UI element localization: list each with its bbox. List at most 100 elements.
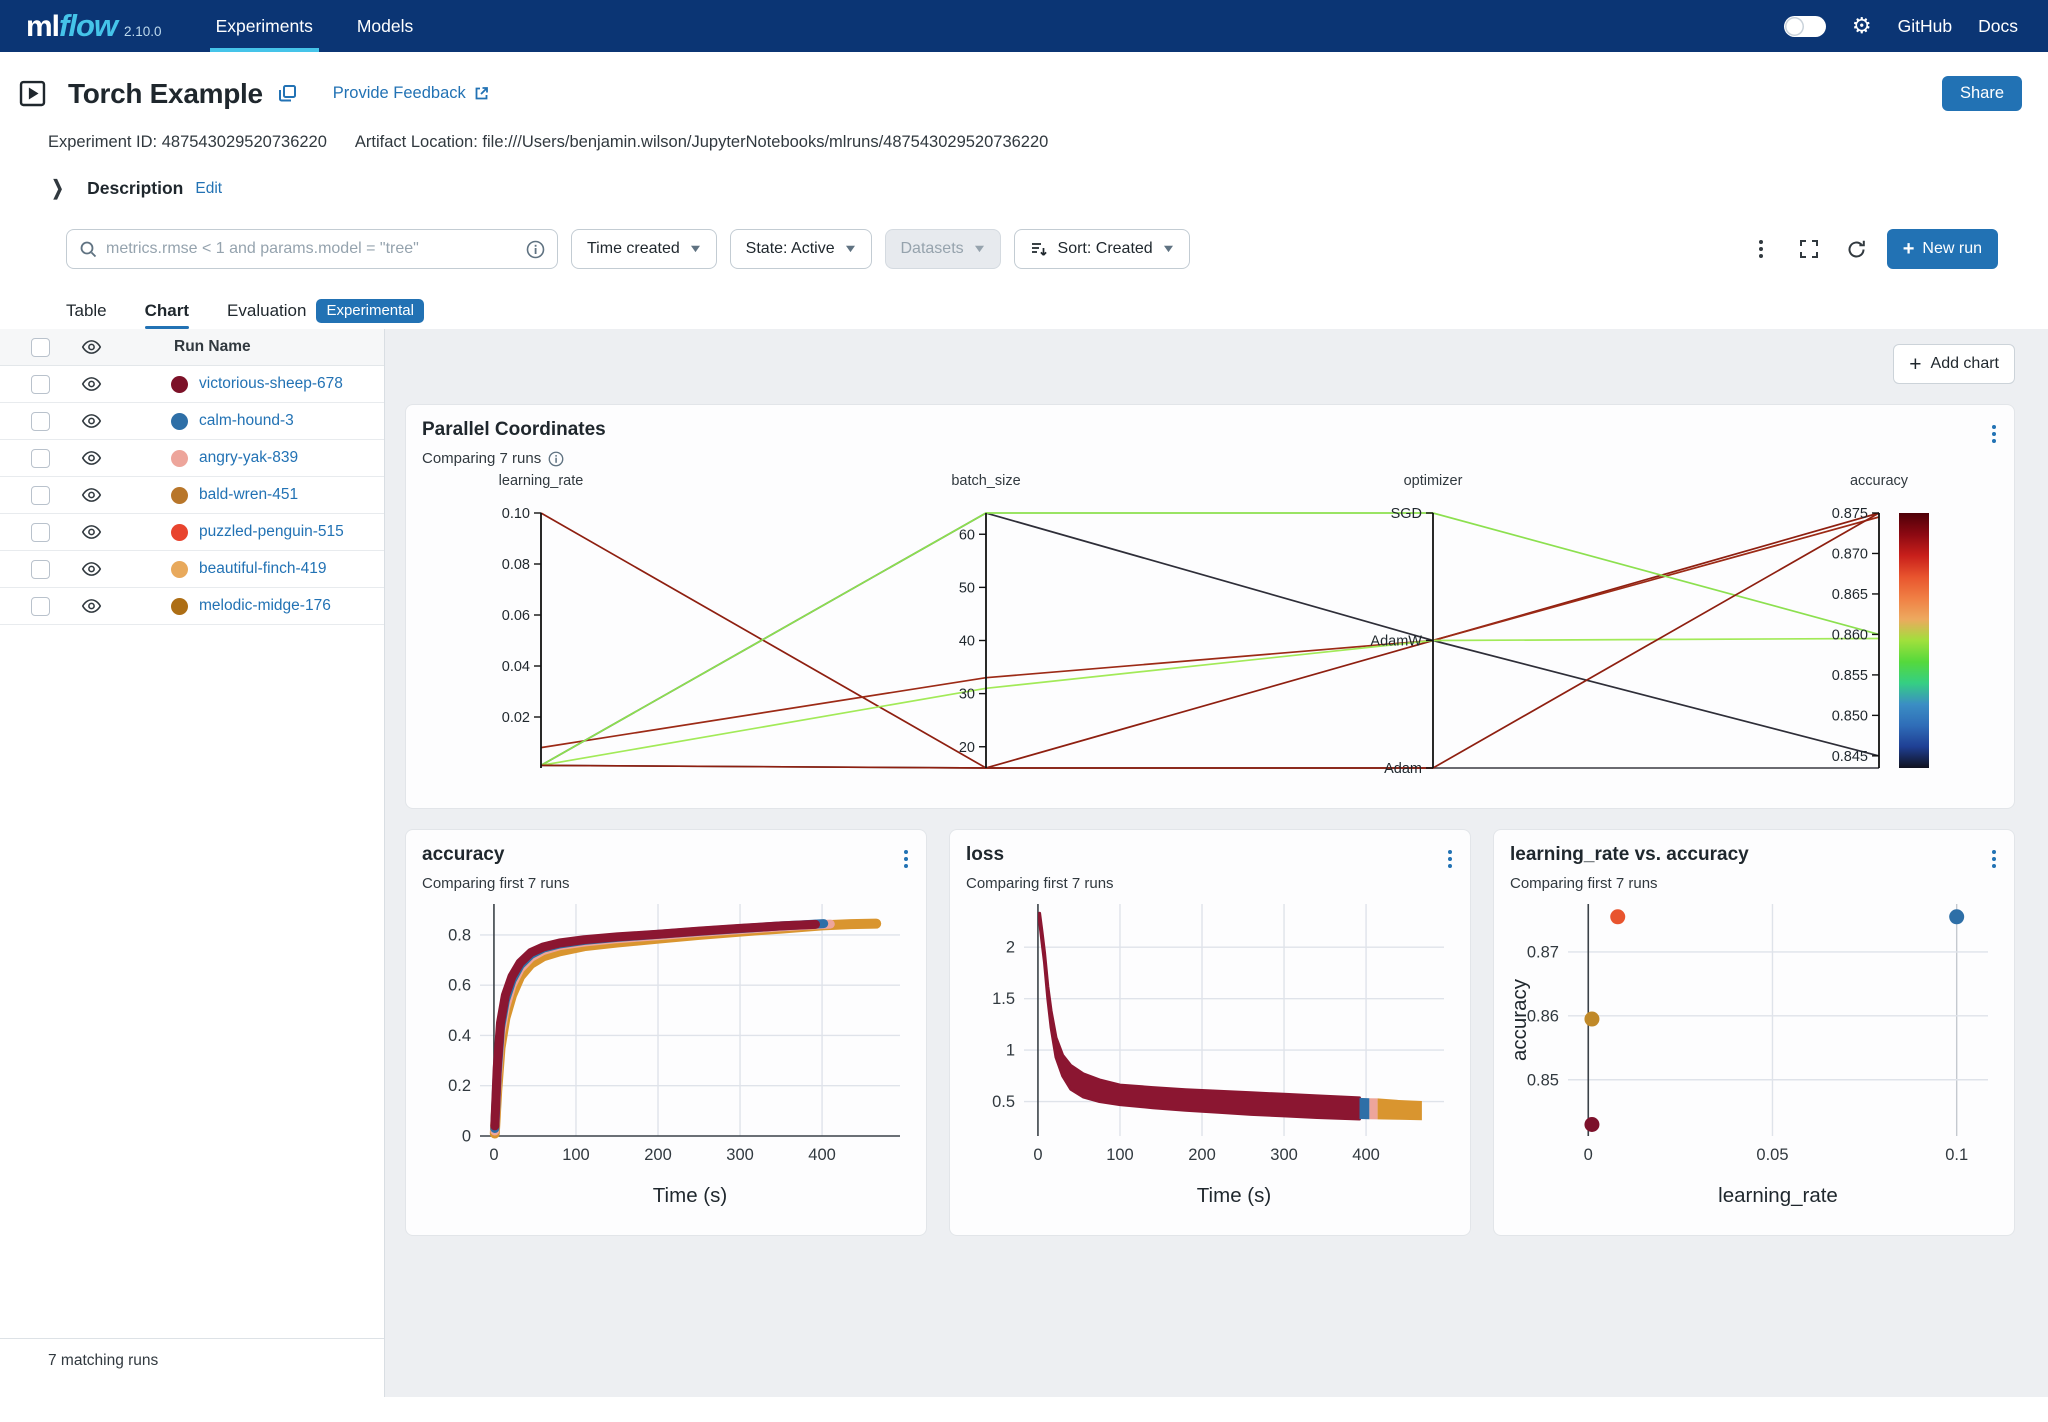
run-name-link[interactable]: melodic-midge-176 — [199, 597, 331, 615]
state-filter[interactable]: State: Active▼ — [730, 229, 872, 269]
run-checkbox[interactable] — [31, 560, 50, 579]
refresh-button[interactable] — [1839, 231, 1875, 267]
sort-filter[interactable]: Sort: Created▼ — [1014, 229, 1190, 269]
version-label: 2.10.0 — [124, 24, 162, 39]
svg-text:100: 100 — [1106, 1146, 1134, 1164]
svg-text:200: 200 — [1188, 1146, 1216, 1164]
chart-menu-button[interactable] — [1444, 846, 1456, 872]
info-icon[interactable] — [548, 451, 564, 467]
page-header: Torch Example Provide Feedback Share Exp… — [0, 52, 2048, 329]
time-created-filter[interactable]: Time created▼ — [571, 229, 717, 269]
run-name-link[interactable]: beautiful-finch-419 — [199, 560, 327, 578]
run-name-link[interactable]: angry-yak-839 — [199, 449, 298, 467]
theme-toggle[interactable] — [1784, 16, 1826, 37]
view-tabs: Table Chart Evaluation Experimental — [66, 293, 2028, 329]
github-link[interactable]: GitHub — [1898, 16, 1952, 37]
datasets-filter[interactable]: Datasets▼ — [885, 229, 1001, 269]
tab-evaluation-label: Evaluation — [227, 301, 306, 321]
new-run-button[interactable]: + New run — [1887, 229, 1998, 269]
svg-text:0.06: 0.06 — [502, 608, 530, 624]
mlflow-logo[interactable]: mlflow 2.10.0 — [26, 8, 162, 44]
info-icon[interactable] — [526, 240, 545, 259]
svg-text:100: 100 — [562, 1146, 590, 1164]
run-checkbox[interactable] — [31, 412, 50, 431]
chart-menu-button[interactable] — [1988, 421, 2000, 447]
kebab-icon — [1992, 425, 1996, 443]
chart-menu-button[interactable] — [1988, 846, 2000, 872]
accuracy-plot[interactable]: 010020030040000.20.40.60.8Time (s) — [422, 898, 910, 1218]
run-name-link[interactable]: puzzled-penguin-515 — [199, 523, 344, 541]
chart-title: learning_rate vs. accuracy — [1510, 844, 1998, 866]
svg-text:0.6: 0.6 — [448, 977, 471, 995]
description-row: ❯ Description Edit — [50, 178, 2028, 199]
description-label: Description — [87, 178, 183, 199]
chevron-right-icon[interactable]: ❯ — [52, 177, 64, 200]
run-color-dot — [171, 376, 188, 393]
run-row: beautiful-finch-419 — [0, 551, 384, 588]
run-table-header: Run Name — [0, 329, 384, 366]
run-checkbox[interactable] — [31, 375, 50, 394]
external-link-icon — [473, 85, 490, 102]
eye-icon — [81, 339, 102, 355]
artifact-location-value: file:///Users/benjamin.wilson/JupyterNot… — [482, 133, 1048, 151]
run-color-dot — [171, 524, 188, 541]
tab-table[interactable]: Table — [66, 293, 107, 329]
svg-text:2: 2 — [1006, 939, 1015, 957]
parallel-coordinates-plot[interactable]: learning_rate0.100.080.060.040.02batch_s… — [422, 471, 1995, 783]
add-chart-button[interactable]: + Add chart — [1893, 344, 2015, 384]
matching-runs-footer: 7 matching runs — [0, 1338, 384, 1383]
run-visibility-toggle[interactable] — [81, 598, 111, 614]
run-checkbox[interactable] — [31, 449, 50, 468]
share-button[interactable]: Share — [1942, 76, 2022, 111]
svg-text:0: 0 — [1584, 1146, 1593, 1164]
chart-subtitle: Comparing first 7 runs — [966, 875, 1114, 892]
nav-tab-experiments[interactable]: Experiments — [216, 0, 313, 52]
loss-plot[interactable]: 01002003004000.511.52Time (s) — [966, 898, 1454, 1218]
svg-text:0.04: 0.04 — [502, 659, 530, 675]
search-icon — [79, 240, 97, 258]
svg-text:1: 1 — [1006, 1042, 1015, 1060]
run-name-link[interactable]: calm-hound-3 — [199, 412, 294, 430]
tab-chart[interactable]: Chart — [145, 293, 189, 329]
run-visibility-toggle[interactable] — [81, 450, 111, 466]
nav-tab-models[interactable]: Models — [357, 0, 413, 52]
run-name-link[interactable]: victorious-sheep-678 — [199, 375, 343, 393]
provide-feedback-link[interactable]: Provide Feedback — [333, 84, 490, 103]
eye-icon — [81, 598, 102, 614]
gear-icon[interactable]: ⚙ — [1852, 15, 1872, 37]
run-color-dot — [171, 450, 188, 467]
chart-title: accuracy — [422, 844, 910, 866]
run-visibility-toggle[interactable] — [81, 524, 111, 540]
run-visibility-toggle[interactable] — [81, 487, 111, 503]
run-checkbox[interactable] — [31, 486, 50, 505]
tab-evaluation[interactable]: Evaluation Experimental — [227, 293, 424, 329]
run-name-link[interactable]: bald-wren-451 — [199, 486, 298, 504]
run-visibility-toggle[interactable] — [81, 561, 111, 577]
fullscreen-icon — [1799, 239, 1819, 259]
run-visibility-toggle[interactable] — [81, 376, 111, 392]
run-checkbox[interactable] — [31, 597, 50, 616]
copy-icon[interactable] — [278, 84, 297, 103]
chart-subtitle: Comparing 7 runs — [422, 450, 541, 467]
description-edit-link[interactable]: Edit — [195, 180, 222, 198]
visibility-all-toggle[interactable] — [81, 339, 111, 355]
eye-icon — [81, 524, 102, 540]
chart-menu-button[interactable] — [900, 846, 912, 872]
run-visibility-toggle[interactable] — [81, 413, 111, 429]
select-all-checkbox[interactable] — [31, 338, 50, 357]
svg-text:0.5: 0.5 — [992, 1093, 1015, 1111]
charts-panel: + Add chart Parallel Coordinates Compari… — [385, 329, 2048, 1397]
search-input[interactable] — [106, 240, 517, 258]
experiment-id-value: 487543029520736220 — [162, 133, 327, 151]
feedback-label: Provide Feedback — [333, 84, 466, 103]
fullscreen-button[interactable] — [1791, 231, 1827, 267]
docs-link[interactable]: Docs — [1978, 16, 2018, 37]
nav-right: ⚙ GitHub Docs — [1784, 15, 2018, 37]
nav-tabs: Experiments Models — [216, 0, 414, 52]
chevron-down-icon: ▼ — [971, 243, 986, 255]
more-options-button[interactable] — [1743, 231, 1779, 267]
search-box[interactable] — [66, 229, 558, 269]
scatter-plot[interactable]: 00.050.10.850.860.87learning_rateaccurac… — [1510, 898, 1998, 1218]
experiment-id-label: Experiment ID: — [48, 133, 157, 151]
run-checkbox[interactable] — [31, 523, 50, 542]
